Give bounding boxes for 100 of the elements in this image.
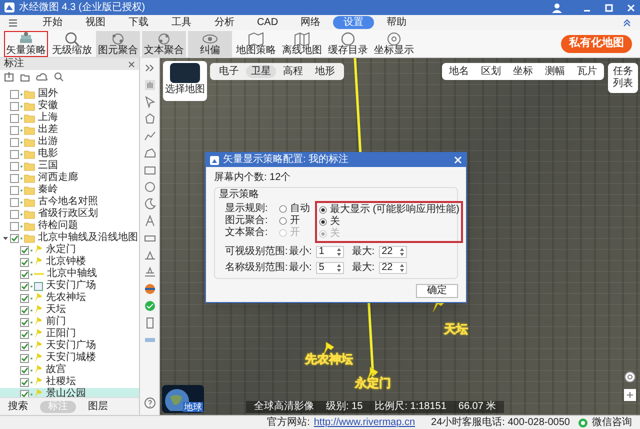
checkbox[interactable]: [20, 354, 29, 362]
expand-triangle-icon[interactable]: [2, 236, 8, 240]
ok-button[interactable]: 确定: [416, 284, 458, 298]
map-tool-button[interactable]: 坐标: [510, 65, 536, 78]
menu-tab[interactable]: 开始: [32, 16, 73, 29]
website-link[interactable]: http://www.rivermap.cn: [314, 418, 416, 428]
spin-field[interactable]: 1: [316, 246, 344, 258]
tree-item[interactable]: 北京钟楼: [0, 256, 139, 268]
spin-field[interactable]: 22: [378, 246, 407, 258]
polygon-icon[interactable]: [144, 113, 156, 125]
checkbox[interactable]: [20, 306, 29, 314]
search-icon[interactable]: [54, 72, 64, 82]
tree-item[interactable]: 河西走廊: [0, 172, 139, 184]
map-selector-button[interactable]: 选择地图: [163, 61, 207, 101]
toolbar-button[interactable]: 地图策略: [234, 30, 278, 56]
spin-field[interactable]: 5: [316, 262, 344, 274]
toolbar-button[interactable]: 缓存目录: [326, 30, 370, 56]
text-icon[interactable]: [144, 215, 156, 227]
map-tool-button[interactable]: 地名: [446, 65, 472, 78]
checkbox[interactable]: [20, 258, 29, 266]
checkbox[interactable]: [20, 294, 29, 302]
checkbox[interactable]: [10, 234, 19, 242]
checkbox[interactable]: [10, 114, 19, 122]
tree-item[interactable]: 先农神坛: [0, 292, 139, 304]
menu-tab[interactable]: 分析: [204, 16, 245, 29]
tree-item[interactable]: 国外: [0, 88, 139, 100]
toolbar-button[interactable]: 图元聚合: [96, 30, 140, 56]
polyline-icon[interactable]: [144, 130, 156, 142]
checkbox[interactable]: [10, 210, 19, 218]
checkbox[interactable]: [20, 318, 29, 326]
menu-icon[interactable]: [8, 18, 18, 28]
radio-option[interactable]: 开: [279, 215, 315, 227]
radio-button[interactable]: [319, 218, 327, 226]
checkbox[interactable]: [10, 198, 19, 206]
close-icon[interactable]: [128, 60, 135, 68]
crescent-icon[interactable]: [144, 198, 156, 210]
menu-tab[interactable]: 视图: [75, 16, 116, 29]
checkbox[interactable]: [20, 390, 29, 397]
tree-item[interactable]: 安徽: [0, 100, 139, 112]
toolbar-button[interactable]: 文本聚合: [142, 30, 186, 56]
measure-icon[interactable]: [144, 249, 156, 261]
rectangle-icon[interactable]: [144, 164, 156, 176]
folder-icon[interactable]: [20, 72, 30, 82]
radio-button[interactable]: [279, 205, 287, 213]
checkbox[interactable]: [20, 378, 29, 386]
menu-tab[interactable]: 工具: [161, 16, 202, 29]
tree-item[interactable]: 天安门广场: [0, 340, 139, 352]
checkbox[interactable]: [20, 246, 29, 254]
tree-item[interactable]: 省级行政区划: [0, 208, 139, 220]
checkbox[interactable]: [10, 150, 19, 158]
zoom-in-icon[interactable]: [624, 389, 636, 401]
radio-button[interactable]: [279, 217, 287, 225]
menu-tab[interactable]: 下载: [118, 16, 159, 29]
toolbar-button[interactable]: 矢量策略: [4, 30, 48, 56]
toolbar-button[interactable]: 坐标显示: [372, 30, 416, 56]
radio-option[interactable]: 关: [319, 216, 460, 228]
tree-item[interactable]: 永定门: [0, 244, 139, 256]
cloud-icon[interactable]: [36, 72, 48, 82]
tree-item[interactable]: 电影: [0, 148, 139, 160]
checkbox[interactable]: [20, 282, 29, 290]
tree-item[interactable]: 天安门城楼: [0, 352, 139, 364]
tree-item[interactable]: 古今地名对照: [0, 196, 139, 208]
double-chevron-icon[interactable]: [144, 62, 156, 74]
menu-tab[interactable]: 设置: [333, 16, 374, 29]
toolbar-button[interactable]: 无级缩放: [50, 30, 94, 56]
help-icon[interactable]: [144, 397, 156, 409]
menu-tab[interactable]: 帮助: [376, 16, 417, 29]
checkbox[interactable]: [10, 138, 19, 146]
import-icon[interactable]: [4, 72, 14, 82]
area-icon[interactable]: [144, 147, 156, 159]
map-type-tab[interactable]: 电子: [214, 65, 244, 78]
map-type-tab[interactable]: 地形: [310, 65, 340, 78]
checkbox[interactable]: [10, 126, 19, 134]
toolbar-button[interactable]: 离线地图: [280, 30, 324, 56]
check-circle-icon[interactable]: [144, 300, 156, 312]
checkbox[interactable]: [20, 330, 29, 338]
tree-item[interactable]: 正阳门: [0, 328, 139, 340]
tree-item[interactable]: 出差: [0, 124, 139, 136]
tree-item[interactable]: 待检问题: [0, 220, 139, 232]
maximize-icon[interactable]: [604, 2, 614, 12]
checkbox[interactable]: [20, 366, 29, 374]
tree-item[interactable]: 上海: [0, 112, 139, 124]
radio-option[interactable]: 自动: [279, 203, 315, 215]
tree-item[interactable]: 秦岭: [0, 184, 139, 196]
checkbox[interactable]: [10, 162, 19, 170]
checkbox[interactable]: [10, 90, 19, 98]
panel-tab[interactable]: 图层: [84, 400, 112, 412]
measure-icon[interactable]: [144, 266, 156, 278]
tree-item[interactable]: 出游: [0, 136, 139, 148]
map-tool-button[interactable]: 区划: [478, 65, 504, 78]
circle-icon[interactable]: [144, 181, 156, 193]
tree-item[interactable]: 故宫: [0, 364, 139, 376]
wechat-link[interactable]: 微信咨询: [592, 418, 632, 428]
map-type-tab[interactable]: 高程: [278, 65, 308, 78]
map-tool-button[interactable]: 测幅: [542, 65, 568, 78]
tree-item[interactable]: 三国: [0, 160, 139, 172]
tree-item[interactable]: 社稷坛: [0, 376, 139, 388]
globe-icon[interactable]: [144, 283, 156, 295]
tree-item[interactable]: 前门: [0, 316, 139, 328]
radio-option[interactable]: 最大显示 (可能影响应用性能): [319, 204, 460, 216]
